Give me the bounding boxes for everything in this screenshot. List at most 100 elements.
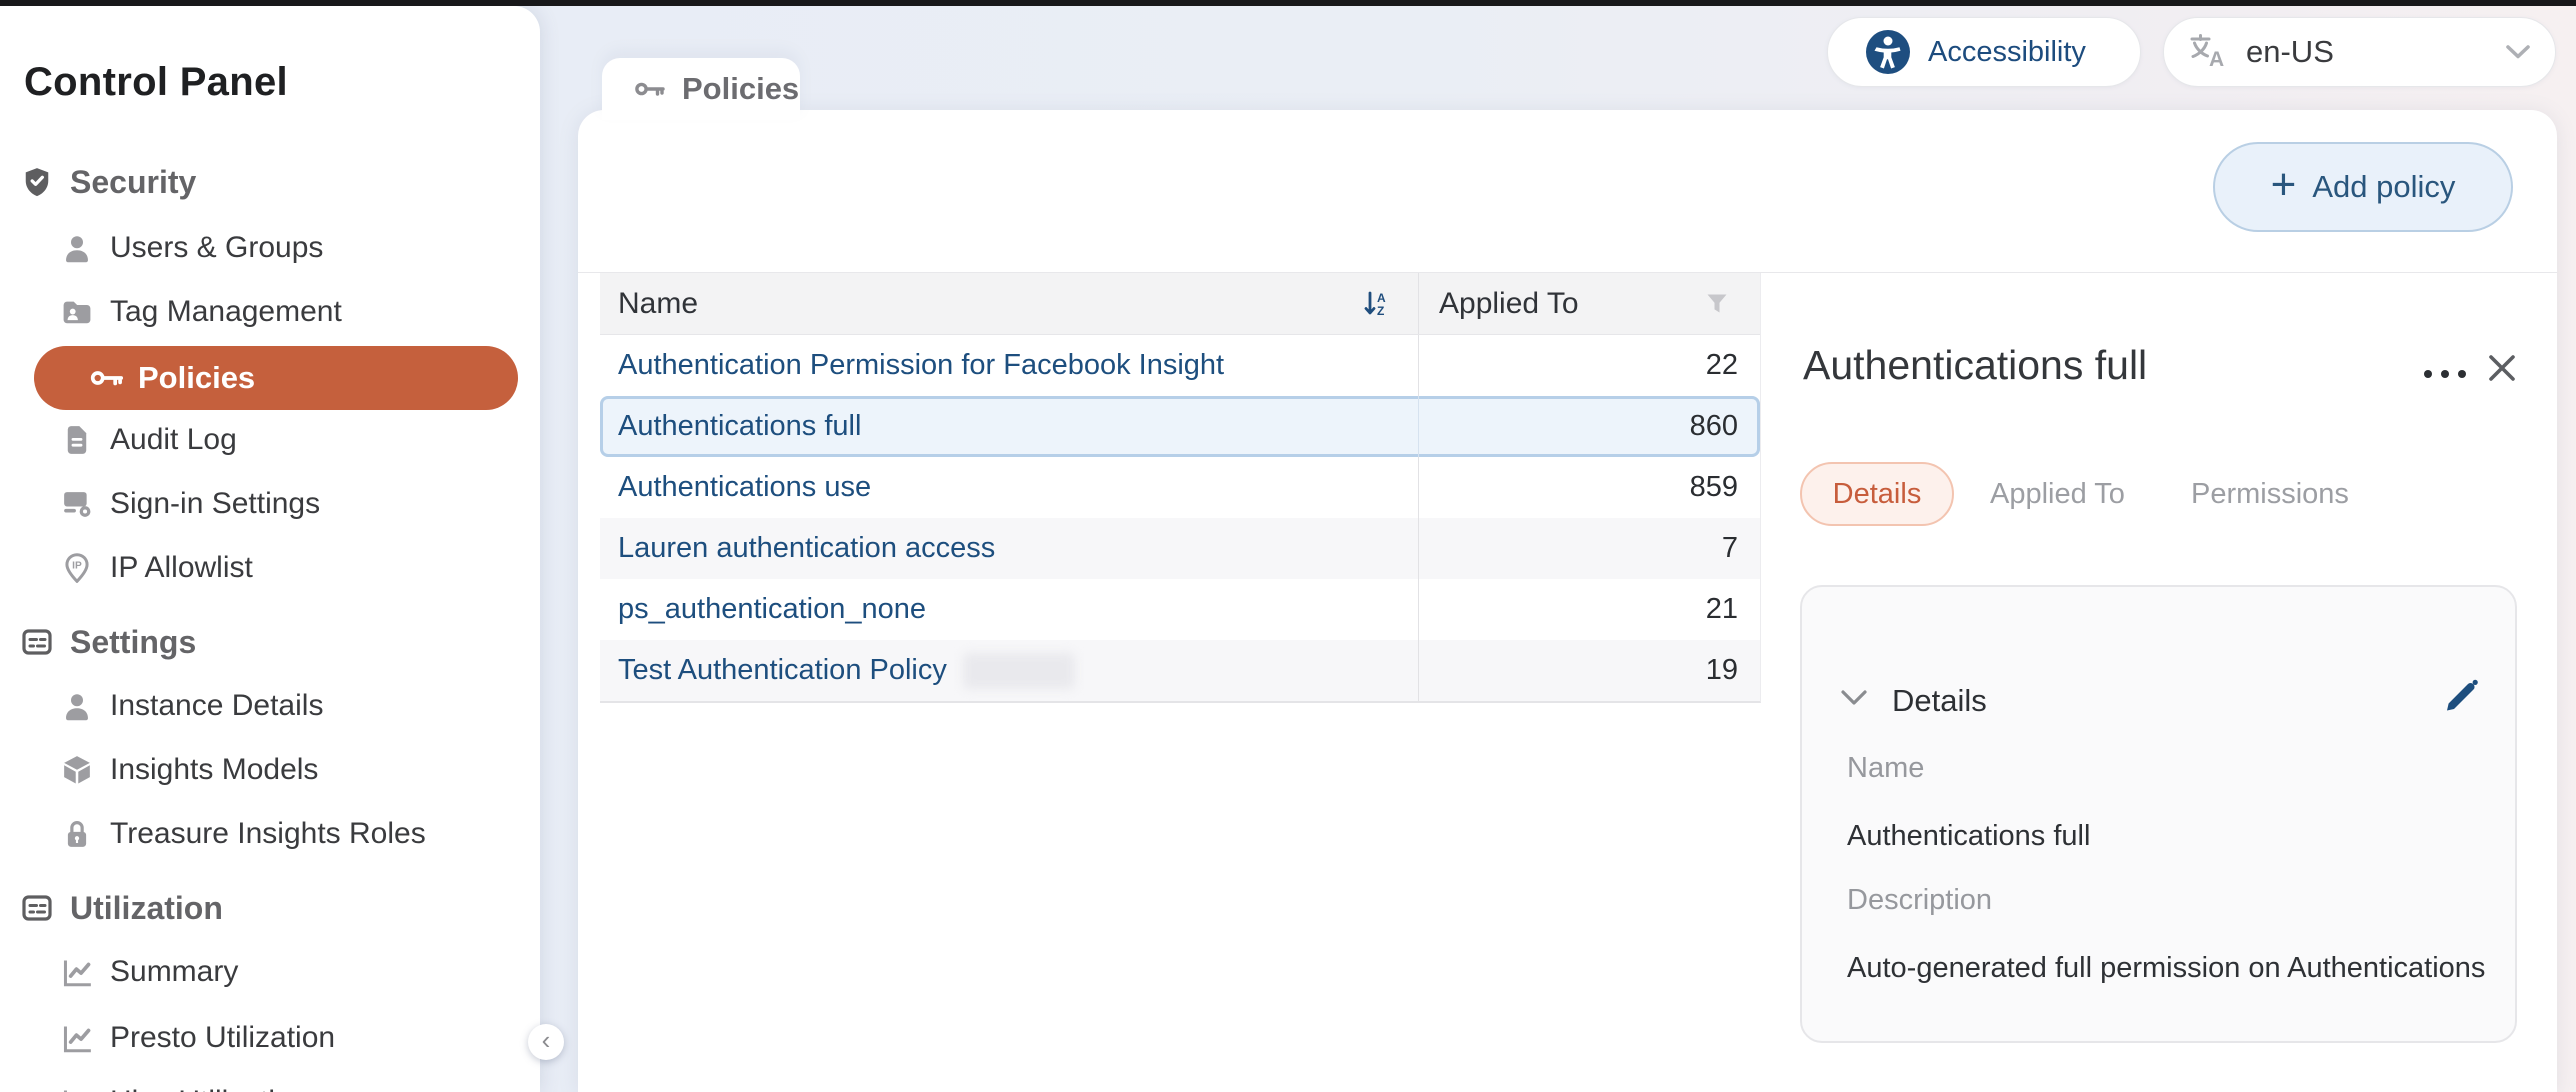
- line-chart-icon: [62, 1087, 92, 1092]
- plus-icon: +: [2271, 163, 2297, 207]
- sidebar-section-settings: Settings: [0, 620, 540, 664]
- sidebar-item-label: Presto Utilization: [110, 1021, 335, 1055]
- sidebar-item-label: Users & Groups: [110, 231, 323, 265]
- tab-label: Policies: [682, 71, 799, 107]
- page-title: Control Panel: [24, 60, 288, 105]
- sort-alpha-desc-icon[interactable]: AZ: [1364, 291, 1394, 317]
- policy-name-link[interactable]: Authentication Permission for Facebook I…: [618, 349, 1224, 382]
- line-chart-icon: [62, 1023, 92, 1053]
- table-header-row: Name AZ Applied To: [600, 273, 1760, 335]
- sidebar-section-label: Utilization: [70, 890, 223, 927]
- sidebar-item-label: Policies: [138, 360, 255, 396]
- edit-pencil-icon[interactable]: [2442, 677, 2480, 715]
- svg-text:IP: IP: [72, 561, 82, 572]
- folder-user-icon: [62, 297, 92, 327]
- sidebar-item-instance-details[interactable]: Instance Details: [0, 684, 540, 728]
- sidebar-collapse-button[interactable]: ‹: [528, 1024, 564, 1060]
- sidebar-item-summary[interactable]: Summary: [0, 950, 540, 994]
- sidebar-item-label: Tag Management: [110, 295, 342, 329]
- chevron-down-icon: [2505, 44, 2531, 60]
- column-header-name[interactable]: Name AZ: [600, 273, 1418, 334]
- sidebar-item-users-groups[interactable]: Users & Groups: [0, 226, 540, 270]
- sidebar-item-audit-log[interactable]: Audit Log: [0, 418, 540, 462]
- dot: [2458, 370, 2466, 378]
- column-header-applied-to[interactable]: Applied To: [1418, 273, 1760, 334]
- shield-check-icon: [22, 167, 52, 197]
- svg-text:A: A: [1377, 291, 1386, 305]
- applied-to-count: 19: [1706, 654, 1738, 687]
- sidebar-section-utilization: Utilization: [0, 886, 540, 930]
- sidebar-item-presto-utilization[interactable]: Presto Utilization: [0, 1016, 540, 1060]
- table-row[interactable]: Lauren authentication access 7: [600, 518, 1760, 579]
- document-icon: [62, 425, 92, 455]
- policy-name-link[interactable]: ps_authentication_none: [618, 593, 926, 626]
- accessibility-icon: [1866, 30, 1910, 74]
- dot: [2441, 370, 2449, 378]
- detail-panel-title: Authentications full: [1803, 342, 2147, 389]
- detail-tab-applied-to[interactable]: Applied To: [1990, 462, 2125, 526]
- svg-text:Z: Z: [1377, 304, 1384, 317]
- table-row-selected[interactable]: Authentications full 860: [600, 396, 1760, 457]
- sidebar-item-hive-utilization[interactable]: Hive Utilization: [0, 1080, 540, 1092]
- sidebar-section-label: Security: [70, 164, 196, 201]
- table-row[interactable]: Authentication Permission for Facebook I…: [600, 335, 1760, 396]
- sidebar-section-security: Security: [0, 160, 540, 204]
- chevron-left-icon: ‹: [542, 1025, 551, 1056]
- applied-to-count: 860: [1690, 410, 1738, 443]
- policy-name-link[interactable]: Authentications full: [618, 410, 861, 443]
- applied-to-count: 22: [1706, 349, 1738, 382]
- close-icon[interactable]: [2482, 348, 2522, 388]
- line-chart-icon: [62, 957, 92, 987]
- language-value: en-US: [2246, 34, 2334, 70]
- applied-to-count: 859: [1690, 471, 1738, 504]
- sidebar-item-label: Audit Log: [110, 423, 237, 457]
- field-value-name: Authentications full: [1847, 820, 2090, 853]
- user-icon: [62, 691, 92, 721]
- svg-text:A: A: [2209, 48, 2224, 71]
- table-row[interactable]: ps_authentication_none 21: [600, 579, 1760, 640]
- card-sliders-icon: [22, 893, 52, 923]
- redacted-text-blob: [963, 653, 1075, 689]
- key-icon: [90, 366, 124, 390]
- sidebar-item-label: Hive Utilization: [110, 1085, 308, 1092]
- table-row[interactable]: Authentications use 859: [600, 457, 1760, 518]
- details-card-header: Details: [1892, 683, 1987, 719]
- field-label-description: Description: [1847, 884, 1992, 917]
- sidebar: Control Panel Security Users & Groups Ta…: [0, 6, 540, 1092]
- sidebar-item-label: Instance Details: [110, 689, 323, 723]
- accessibility-button[interactable]: Accessibility: [1827, 17, 2141, 87]
- user-icon: [62, 233, 92, 263]
- sidebar-item-label: Summary: [110, 955, 238, 989]
- sidebar-item-treasure-insights-roles[interactable]: Treasure Insights Roles: [0, 812, 540, 856]
- applied-to-count: 7: [1722, 532, 1738, 565]
- main-content-panel: + Add policy Name AZ Applied To Authenti…: [578, 110, 2557, 1092]
- cube-icon: [62, 755, 92, 785]
- policy-name-link[interactable]: Test Authentication Policy: [618, 654, 947, 687]
- sidebar-section-label: Settings: [70, 624, 196, 661]
- detail-tab-permissions[interactable]: Permissions: [2191, 462, 2349, 526]
- sidebar-item-label: Sign-in Settings: [110, 487, 320, 521]
- pin-ip-icon: IP: [62, 553, 92, 583]
- language-selector[interactable]: A en-US: [2163, 17, 2556, 87]
- sidebar-item-ip-allowlist[interactable]: IP IP Allowlist: [0, 546, 540, 590]
- table-row[interactable]: Test Authentication Policy 19: [600, 640, 1760, 701]
- chevron-down-icon[interactable]: [1840, 689, 1868, 707]
- detail-tab-details[interactable]: Details: [1800, 462, 1954, 526]
- filter-icon[interactable]: [1706, 293, 1728, 315]
- add-policy-button[interactable]: + Add policy: [2213, 142, 2513, 232]
- sidebar-item-label: Treasure Insights Roles: [110, 817, 426, 851]
- field-label-name: Name: [1847, 752, 1924, 785]
- more-options-button[interactable]: [2414, 354, 2476, 394]
- card-sliders-icon: [22, 627, 52, 657]
- dot: [2424, 370, 2432, 378]
- tab-policies[interactable]: Policies: [602, 58, 800, 120]
- policy-name-link[interactable]: Lauren authentication access: [618, 532, 995, 565]
- sidebar-item-tag-management[interactable]: Tag Management: [0, 290, 540, 334]
- field-value-description: Auto-generated full permission on Authen…: [1847, 952, 2485, 985]
- top-black-bar: [0, 0, 2576, 6]
- sidebar-item-policies[interactable]: Policies: [34, 346, 518, 410]
- sidebar-item-insights-models[interactable]: Insights Models: [0, 748, 540, 792]
- policy-name-link[interactable]: Authentications use: [618, 471, 871, 504]
- sidebar-item-signin-settings[interactable]: Sign-in Settings: [0, 482, 540, 526]
- translate-icon: A: [2188, 32, 2228, 72]
